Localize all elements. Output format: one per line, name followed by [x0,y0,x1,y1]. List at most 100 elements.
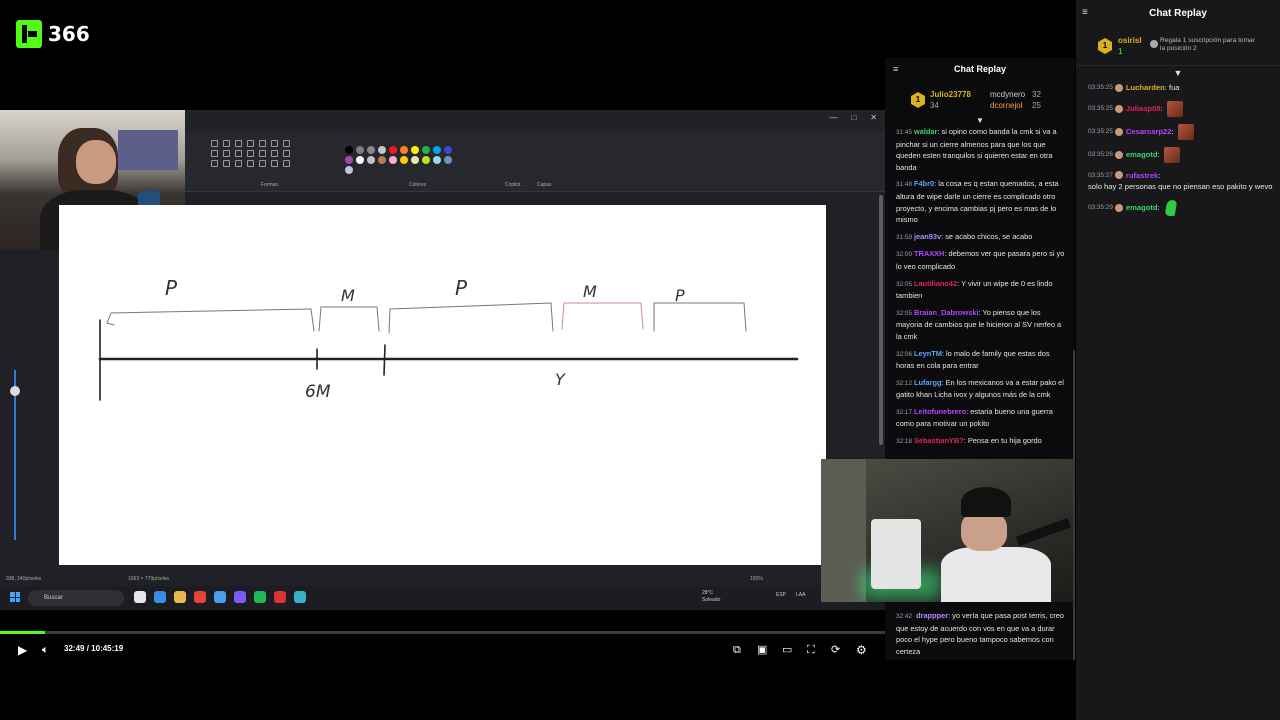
clip-icon[interactable]: ⧉ [733,642,741,658]
message-username: Braian_Dabrowski [914,307,979,317]
paint-ribbon: ieles Formas Colores Copilot Capas [175,132,885,192]
task-view-icon [134,591,146,603]
sketch-letter-p1: P [165,276,178,300]
color-swatch [422,146,430,154]
color-swatch [378,146,386,154]
message-text: solo hay 2 personas que no piensan eso p… [1088,182,1273,192]
color-swatch [433,156,441,164]
message-timestamp: 32:12 [896,379,912,387]
inner-chat-header: ≡ Chat Replay [885,58,1075,80]
shape-tool-icon [235,160,242,167]
sketch-bracket-5 [653,302,747,332]
app-icon-red [274,591,286,603]
webcam-person-face [76,140,116,184]
shape-tool-icon [235,150,242,157]
tray-lang-2: LAA [796,592,806,598]
top-gifter-name: Julio23778 [930,90,971,99]
emote-icon [1164,199,1178,216]
message-username: emagotd [1125,149,1158,159]
kick-logo-icon [16,20,42,48]
slider-knob [10,386,20,396]
message-timestamp: 31:59 [896,233,912,241]
window-controls: — □ ✕ [829,113,877,122]
theater-mode-icon[interactable]: ▭ [782,642,792,658]
message-timestamp: 32:05 [896,309,912,317]
color-swatch [444,156,452,164]
sketch-label-6m: 6M [305,382,331,402]
discord-icon [234,591,246,603]
scroll-down-icon[interactable]: ▼ [1076,68,1280,78]
shape-tool-icon [271,140,278,147]
maximize-icon: □ [851,113,857,122]
scroll-down-icon: ▼ [976,116,984,125]
message-text: se acabo chicos, se acabo [945,231,1033,241]
shapes-grid [211,140,292,167]
chat-message: 32:17 Leitofunebrero: estaria bueno una g… [896,406,1053,429]
channel-logo[interactable]: 366 [16,20,90,48]
total-duration: 10:45:19 [91,644,124,653]
player-controls: ▶ 🔈︎ 32:49 / 10:45:19 ⧉ ▣ ▭ ⛶ ⟳ ⚙ [0,640,885,660]
inner-chat-bottom-message: 32:42 drappper: yo vería que pasa post t… [896,611,1064,656]
chat-message: 32:06 LeynTM: lo malo de family que estas… [896,348,1050,371]
color-swatch [356,146,364,154]
user-avatar-icon [1114,104,1123,113]
message-text: fua [1168,83,1180,92]
gifter-2-count: 32 [1032,90,1041,99]
settings-gear-icon[interactable]: ⚙ [856,642,867,658]
video-progress-bar[interactable] [0,631,885,634]
play-icon[interactable]: ▶ [18,642,27,658]
speed-icon[interactable]: ⟳ [831,642,840,658]
guest-webcam [821,459,1075,602]
inner-chat-scrollbar [1073,350,1075,660]
message-timestamp: 32:00 [896,251,912,259]
shape-tool-icon [259,160,266,167]
shape-tool-icon [211,160,218,167]
weather-desc: Soleado [702,597,721,603]
volume-icon[interactable]: 🔈︎ [42,642,49,658]
color-swatch [378,156,386,164]
gift-rank-icon: 1 [1098,38,1112,54]
taskbar-tray: ESP LAA [776,592,805,598]
message-username: Leitofunebrero [914,406,967,416]
webcam2-drawer [821,459,866,602]
chrome-icon [194,591,206,603]
windows-start-icon [10,592,20,602]
color-swatch [389,146,397,154]
stream-video[interactable]: — □ ✕ ieles Formas Colores Copilot Capas [0,110,885,610]
message-timestamp: 32:18 [896,438,912,446]
message-timestamp: 31:45 [896,129,912,136]
message-timestamp: 03:35:25 [1088,127,1113,135]
gift-leaderboard: 1 osirisl 1 Regala 1 suscripción para to… [1076,26,1280,66]
webcam2-microphone [1015,517,1072,547]
collapse-chat-icon[interactable]: ≡ [1082,7,1088,18]
shape-tool-icon [283,140,290,147]
color-swatch [345,156,353,164]
shape-tool-icon [247,160,254,167]
shape-tool-icon [211,140,218,147]
miniplayer-icon[interactable]: ▣ [757,642,767,658]
shape-tool-icon [271,150,278,157]
paint-status-bar: 938, 240píxeles 1663 × 779píxeles 100% [0,572,820,586]
webcam2-pc-case [871,519,921,589]
chat-message: 31:59 jean93v: se acabo chicos, se acabo [896,231,1033,241]
canvas-size: 1663 × 779píxeles [128,576,170,582]
message-username: Juliasp08 [1125,103,1161,113]
gifter-count: 1 [1118,47,1123,56]
shapes-group [211,140,292,167]
emote-icon [1166,100,1183,117]
ribbon-label-copilot: Copilot [505,182,521,188]
sketch-bracket-3 [388,302,554,334]
color-swatch [411,146,419,154]
sketch-letter-m2: M [583,282,597,301]
color-swatch [389,156,397,164]
shape-tool-icon [247,150,254,157]
message-username: waldar [914,127,938,136]
inner-chat-gifters: 1 Julio23778 34 mcdynero 32 dcornejol 25 [885,80,1075,116]
fullscreen-icon[interactable]: ⛶ [807,642,815,658]
cursor-position: 938, 240píxeles [6,576,42,582]
shape-tool-icon [283,160,290,167]
webcam2-person-cap [961,487,1011,517]
shape-tool-icon [223,140,230,147]
gift-cta-text[interactable]: Regala 1 suscripción para tomar la posic… [1160,37,1260,53]
message-timestamp: 31:48 [896,181,912,189]
